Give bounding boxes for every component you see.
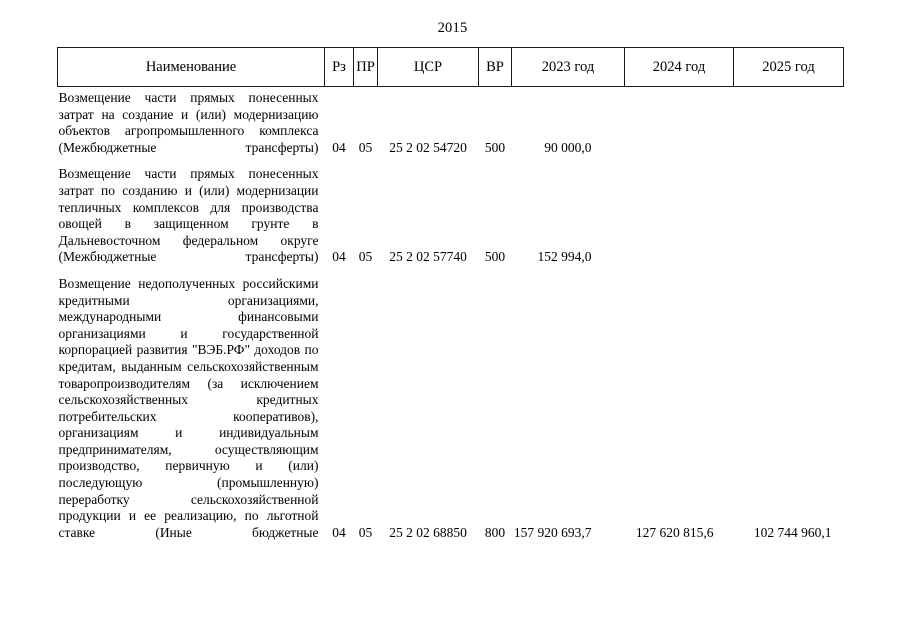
cell-pr: 05 bbox=[358, 524, 373, 540]
cell-csr: 25 2 02 57740 bbox=[389, 249, 467, 265]
cell-pr: 05 bbox=[358, 139, 373, 155]
column-header-pr: ПР bbox=[353, 47, 378, 87]
cell-rz: 04 bbox=[332, 139, 346, 155]
table-row: Возмещение недополученных российскими кр… bbox=[58, 266, 844, 542]
cell-2025: 102 744 960,1 bbox=[753, 524, 832, 540]
column-header-2024: 2024 год bbox=[624, 47, 734, 87]
table-row: Возмещение части прямых понесенных затра… bbox=[58, 87, 844, 157]
table-header-row: Наименование Рз ПР ЦСР ВР 2023 год 2024 … bbox=[57, 47, 844, 87]
budget-table-container: Наименование Рз ПР ЦСР ВР 2023 год 2024 … bbox=[57, 47, 844, 541]
cell-2024 bbox=[625, 87, 734, 157]
cell-rz: 04 bbox=[332, 249, 346, 265]
cell-name: Возмещение части прямых понесенных затра… bbox=[58, 166, 319, 265]
page-number: 2015 bbox=[437, 20, 468, 36]
cell-name: Возмещение недополученных российскими кр… bbox=[58, 275, 319, 540]
budget-table: Наименование Рз ПР ЦСР ВР 2023 год 2024 … bbox=[57, 47, 844, 541]
column-header-vr: ВР bbox=[478, 47, 512, 87]
cell-csr: 25 2 02 68850 bbox=[389, 524, 467, 540]
document-page: 2015 Наименование Рз ПР ЦСР ВР 2023 год … bbox=[0, 0, 905, 640]
cell-pr: 05 bbox=[358, 249, 373, 265]
cell-vr: 500 bbox=[484, 249, 506, 265]
cell-vr: 500 bbox=[484, 139, 506, 155]
cell-vr: 800 bbox=[484, 524, 506, 540]
cell-2023: 90 000,0 bbox=[544, 139, 592, 155]
cell-csr: 25 2 02 54720 bbox=[389, 139, 467, 155]
cell-2023: 152 994,0 bbox=[537, 249, 592, 265]
table-row: Возмещение части прямых понесенных затра… bbox=[58, 156, 844, 266]
cell-2023: 157 920 693,7 bbox=[513, 524, 592, 540]
cell-rz: 04 bbox=[332, 524, 346, 540]
column-header-rz: Рз bbox=[324, 47, 354, 87]
cell-2024: 127 620 815,6 bbox=[635, 524, 714, 540]
cell-2024 bbox=[625, 156, 734, 266]
column-header-csr: ЦСР bbox=[377, 47, 479, 87]
cell-2025 bbox=[734, 156, 844, 266]
column-header-name: Наименование bbox=[57, 47, 325, 87]
table-header: Наименование Рз ПР ЦСР ВР 2023 год 2024 … bbox=[57, 47, 844, 87]
column-header-2023: 2023 год bbox=[511, 47, 625, 87]
column-header-2025: 2025 год bbox=[733, 47, 844, 87]
table-body: Возмещение части прямых понесенных затра… bbox=[58, 87, 844, 542]
cell-name: Возмещение части прямых понесенных затра… bbox=[58, 90, 319, 155]
cell-2025 bbox=[734, 87, 844, 157]
